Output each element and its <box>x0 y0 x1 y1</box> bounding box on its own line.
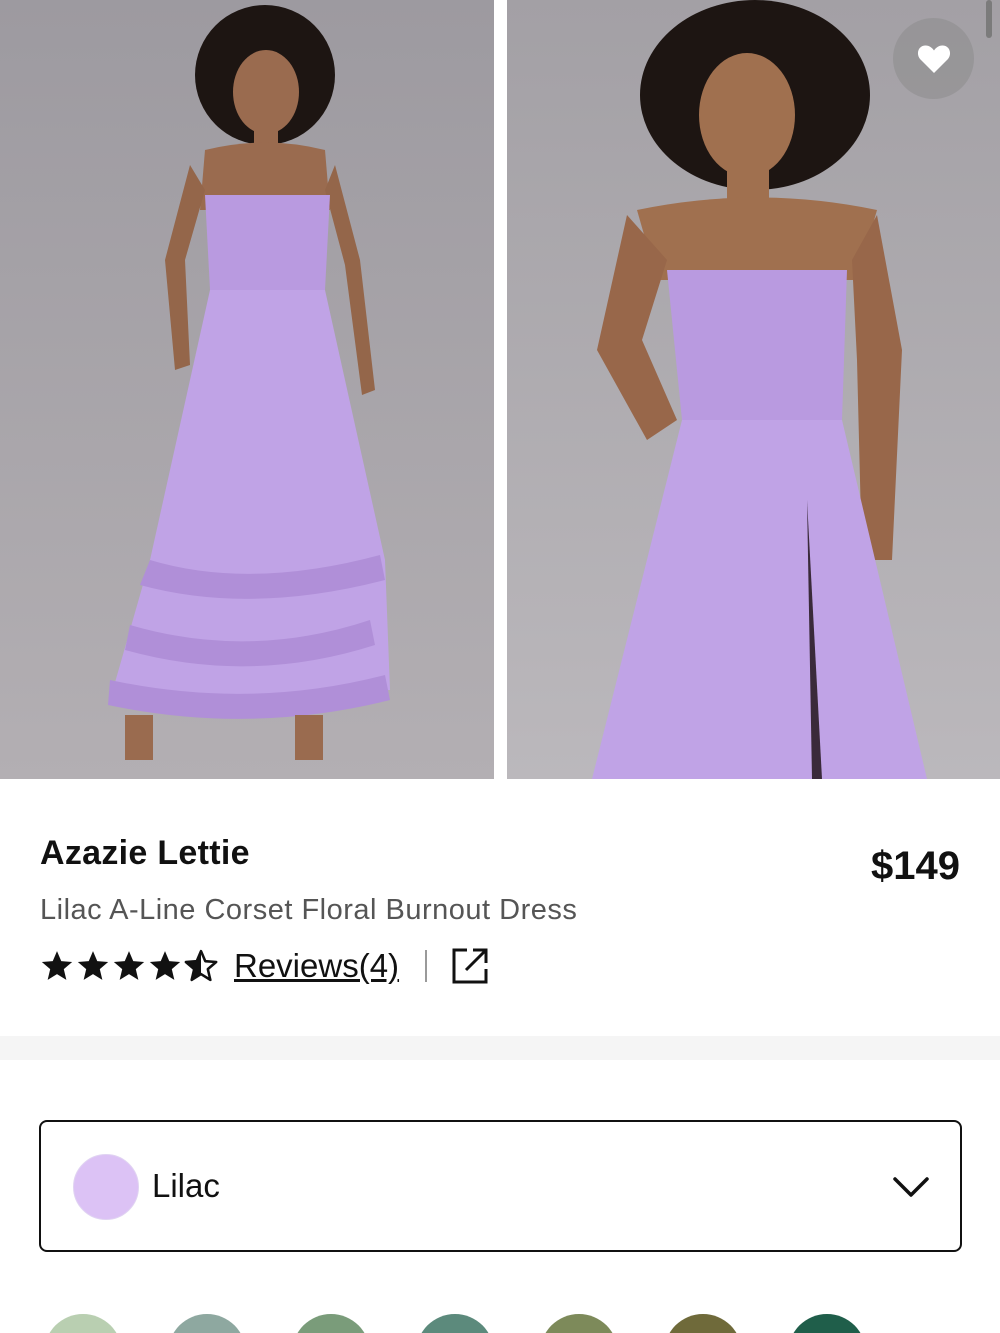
star-full-icon <box>113 951 145 980</box>
star-full-icon <box>149 951 181 980</box>
heart-icon <box>917 44 950 73</box>
color-swatch[interactable] <box>788 1314 866 1333</box>
color-swatch[interactable] <box>664 1314 742 1333</box>
product-price: $149 <box>871 844 960 888</box>
product-name: Lilac A-Line Corset Floral Burnout Dress <box>40 894 578 926</box>
product-image-1[interactable] <box>0 0 494 779</box>
rating-row: Reviews(4) <box>40 944 489 988</box>
selected-color-label: Lilac <box>152 1167 220 1204</box>
product-brand: Azazie Lettie <box>40 834 250 872</box>
dress-photo-front <box>0 0 494 779</box>
section-divider <box>0 1036 1000 1060</box>
color-swatch[interactable] <box>168 1314 246 1333</box>
star-full-icon <box>77 951 109 980</box>
color-swatch-row <box>0 1314 1000 1333</box>
favorite-button[interactable] <box>893 18 974 99</box>
color-swatch[interactable] <box>44 1314 122 1333</box>
share-external-icon[interactable] <box>451 947 489 985</box>
product-image-gallery[interactable] <box>0 0 1000 779</box>
color-dropdown[interactable]: Lilac <box>39 1120 962 1252</box>
star-half-icon <box>184 949 218 982</box>
product-image-2[interactable] <box>507 0 1000 779</box>
star-full-icon <box>41 951 73 980</box>
color-swatch[interactable] <box>292 1314 370 1333</box>
scroll-indicator <box>986 0 992 38</box>
reviews-link[interactable]: Reviews(4) <box>234 947 399 985</box>
dress-photo-closeup <box>507 0 1000 779</box>
color-swatch[interactable] <box>540 1314 618 1333</box>
selected-color-swatch <box>73 1154 139 1220</box>
color-swatch[interactable] <box>416 1314 494 1333</box>
star-rating <box>40 949 220 983</box>
divider <box>425 950 428 982</box>
chevron-down-icon <box>893 1177 929 1197</box>
